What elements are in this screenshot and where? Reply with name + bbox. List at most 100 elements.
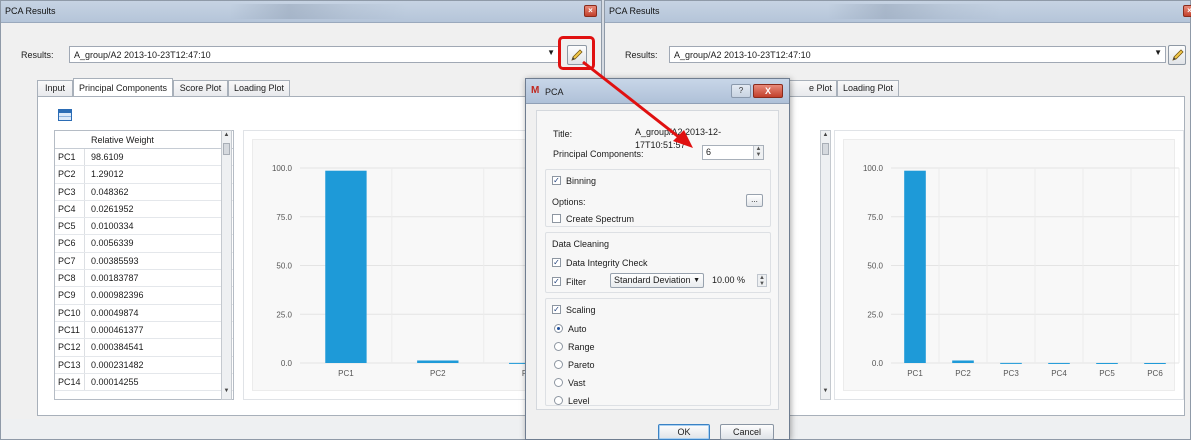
dialog-body: Title: A_group/A2 2013-12-17T10:51:57 Pr… [536, 110, 779, 410]
scaling-label: Scaling [566, 305, 596, 315]
scroll-up-icon[interactable]: ▲ [821, 132, 830, 142]
row-header: PC7 [55, 252, 85, 270]
table-row[interactable]: PC12 0.000384541 [55, 339, 233, 357]
table-row[interactable]: PC6 0.0056339 [55, 235, 233, 253]
row-header: PC2 [55, 166, 85, 183]
row-header: PC5 [55, 218, 85, 235]
tab-score-plot[interactable]: Score Plot [173, 80, 228, 96]
scaling-option-auto: Auto [568, 324, 587, 334]
results-value: A_group/A2 2013-10-23T12:47:10 [674, 50, 811, 60]
y-tick-label: 50.0 [867, 262, 883, 271]
spin-arrows-icon[interactable]: ▲ ▼ [757, 274, 767, 287]
data-integrity-checkbox[interactable]: ✓ [552, 258, 561, 267]
scaling-option-vast: Vast [568, 378, 586, 388]
window-title: PCA Results [5, 6, 56, 16]
scroll-up-icon[interactable]: ▲ [222, 132, 231, 142]
scroll-thumb[interactable] [223, 143, 230, 155]
row-header: PC10 [55, 304, 85, 321]
scaling-section: ✓ Scaling Auto Range Pareto Vast Level [545, 298, 771, 406]
relative-weight-cell: 1.29012 [91, 169, 124, 180]
table-scrollbar[interactable]: ▲ ▼ [820, 130, 831, 400]
filter-checkbox[interactable]: ✓ [552, 277, 561, 286]
title-field[interactable]: A_group/A2 2013-12-17T10:51:57 [631, 125, 765, 150]
title-bar: PCA Results × [1, 1, 601, 23]
relative-weight-chart: 100.0 75.0 50.0 25.0 0.0 PC1 PC2 PC3 PC4 PC5 PC6 [834, 130, 1184, 400]
dialog-title-bar: M PCA ? X [526, 79, 789, 104]
table-header: Relative Weight [55, 131, 233, 149]
tab-input[interactable]: Input [37, 80, 73, 96]
relative-weight-cell: 0.000384541 [91, 342, 144, 353]
options-label: Options: [552, 197, 586, 207]
tab-principal-components[interactable]: Principal Components [73, 78, 173, 96]
tab-loading-plot[interactable]: Loading Plot [837, 80, 899, 96]
y-tick-label: 25.0 [867, 310, 883, 319]
radio-pareto[interactable] [554, 360, 563, 369]
relative-weight-cell: 98.6109 [91, 152, 124, 162]
filter-method-select[interactable]: Standard Deviation ▼ [610, 273, 704, 288]
filter-value-spinbox[interactable]: 10.00 % ▲ ▼ [708, 273, 768, 288]
ok-button[interactable]: OK [658, 424, 710, 440]
scroll-down-icon[interactable]: ▼ [821, 388, 830, 398]
edit-button[interactable] [1168, 45, 1186, 65]
table-row[interactable]: PC4 0.0261952 [55, 200, 233, 219]
filter-method-value: Standard Deviation [614, 275, 691, 285]
results-select[interactable]: A_group/A2 2013-10-23T12:47:10 ▼ [669, 46, 1166, 63]
binning-section: ✓ Binning Options: ... Create Spectrum [545, 169, 771, 227]
table-row[interactable]: PC14 0.00014255 [55, 373, 233, 392]
close-icon[interactable]: × [1183, 5, 1191, 17]
table-row[interactable]: PC13 0.000231482 [55, 356, 233, 374]
close-icon[interactable]: × [584, 5, 597, 17]
radio-auto[interactable] [554, 324, 563, 333]
bar-pc6 [1144, 362, 1166, 364]
pca-dialog: M PCA ? X Title: A_group/A2 2013-12-17T1… [525, 78, 790, 440]
dialog-close-button[interactable]: X [753, 84, 783, 98]
x-tick-label: PC1 [338, 369, 354, 378]
binning-checkbox[interactable]: ✓ [552, 176, 561, 185]
results-select[interactable]: A_group/A2 2013-10-23T12:47:10 ▼ [69, 46, 559, 63]
scroll-down-icon[interactable]: ▼ [222, 388, 231, 398]
spin-arrows-icon[interactable]: ▲ ▼ [753, 146, 763, 159]
radio-range[interactable] [554, 342, 563, 351]
results-row: Results: A_group/A2 2013-10-23T12:47:10 … [605, 44, 1190, 66]
table-row[interactable]: PC3 0.048362 [55, 183, 233, 201]
y-tick-label: 50.0 [276, 262, 292, 271]
table-row[interactable]: PC7 0.00385593 [55, 252, 233, 271]
principal-components-spinbox[interactable]: 6 ▲ ▼ [702, 145, 764, 160]
row-header: PC4 [55, 200, 85, 218]
x-tick-label: PC4 [1051, 369, 1067, 378]
help-button[interactable]: ? [731, 84, 751, 98]
relative-weight-cell: 0.0056339 [91, 238, 134, 249]
radio-vast[interactable] [554, 378, 563, 387]
table-row[interactable]: PC11 0.000461377 [55, 321, 233, 340]
table-row[interactable]: PC1 98.6109 [55, 149, 233, 167]
principal-components-value: 6 [706, 147, 712, 157]
cancel-button[interactable]: Cancel [720, 424, 774, 440]
data-integrity-label: Data Integrity Check [566, 258, 648, 268]
table-row[interactable]: PC9 0.000982396 [55, 287, 233, 305]
pca-results-window-left: PCA Results × Results: A_group/A2 2013-1… [0, 0, 602, 440]
table-row[interactable]: PC8 0.00183787 [55, 270, 233, 288]
table-scrollbar[interactable]: ▲ ▼ [221, 130, 232, 400]
tab-score-plot[interactable]: e Plot [787, 80, 837, 96]
scaling-checkbox[interactable]: ✓ [552, 305, 561, 314]
x-tick-label: PC2 [430, 369, 446, 378]
bar-pc4 [1048, 362, 1070, 364]
table-row[interactable]: PC5 0.0100334 [55, 218, 233, 236]
relative-weight-cell: 0.0261952 [91, 203, 134, 214]
create-spectrum-checkbox[interactable] [552, 214, 561, 223]
y-tick-label: 0.0 [281, 359, 293, 368]
table-icon[interactable] [58, 109, 72, 121]
options-button[interactable]: ... [746, 194, 763, 207]
relative-weight-cell: 0.048362 [91, 186, 129, 197]
table-row[interactable]: PC2 1.29012 [55, 166, 233, 184]
y-tick-label: 25.0 [276, 310, 292, 319]
table-row[interactable]: PC10 0.00049874 [55, 304, 233, 322]
column-header-relative-weight: Relative Weight [91, 135, 154, 145]
results-label: Results: [21, 50, 54, 60]
tab-loading-plot[interactable]: Loading Plot [228, 80, 290, 96]
radio-level[interactable] [554, 396, 563, 405]
data-cleaning-section: Data Cleaning ✓ Data Integrity Check ✓ F… [545, 232, 771, 293]
results-value: A_group/A2 2013-10-23T12:47:10 [74, 50, 211, 60]
scroll-thumb[interactable] [822, 143, 829, 155]
bar-pc5 [1096, 362, 1118, 364]
